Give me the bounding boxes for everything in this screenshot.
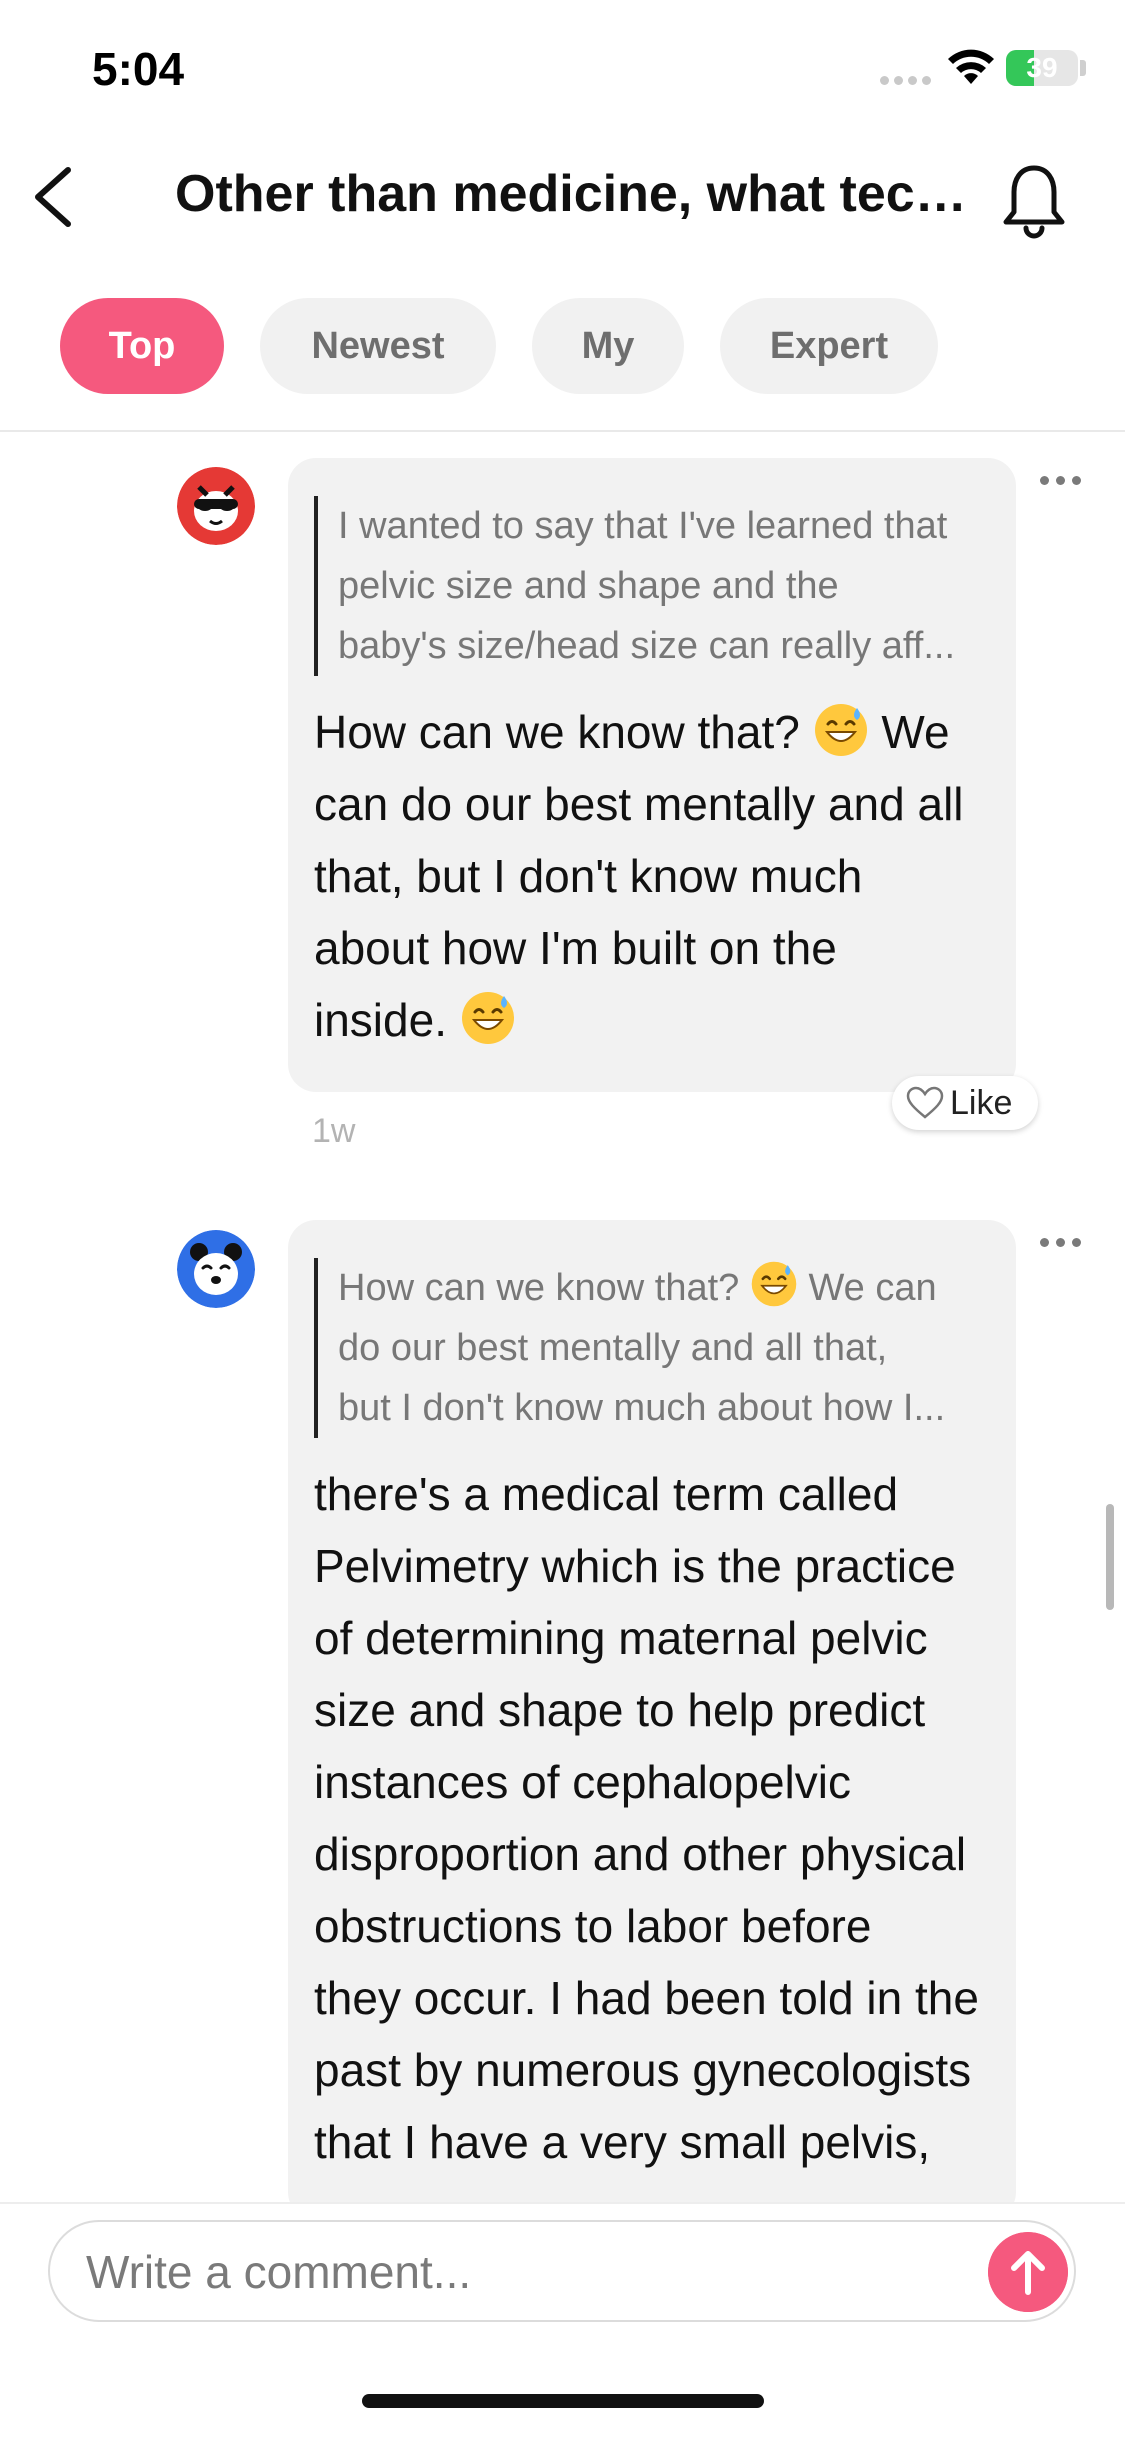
comment-line: disproportion and other physical — [314, 1828, 967, 1880]
comment-text: How can we know that? We can do our best… — [314, 696, 990, 1056]
like-label: Like — [950, 1083, 1013, 1122]
comment-line: they occur. I had been told in the — [314, 1972, 979, 2024]
grinning-sweat-emoji-icon — [814, 704, 867, 756]
home-indicator[interactable] — [362, 2394, 764, 2408]
tab-my[interactable]: My — [532, 298, 684, 394]
comment-line: about how I'm built on the — [314, 922, 837, 974]
quote-line: baby's size/head size can really aff... — [338, 625, 955, 667]
tab-top[interactable]: Top — [60, 298, 224, 394]
comment-line: obstructions to labor before — [314, 1900, 872, 1952]
comment-line: We — [881, 706, 950, 758]
filter-tabs: Top Newest My Expert — [60, 298, 938, 394]
grinning-sweat-emoji-icon — [461, 992, 514, 1044]
comment-line: instances of cephalopelvic — [314, 1756, 851, 1808]
comment-line: Pelvimetry which is the practice — [314, 1540, 956, 1592]
home-indicator-area — [0, 2380, 1125, 2436]
quote-line: How can we know that? — [338, 1267, 740, 1309]
comment-line: How can we know that? — [314, 706, 800, 758]
battery-level: 39 — [1026, 52, 1058, 83]
like-button[interactable]: Like — [892, 1076, 1038, 1130]
quote-line: I wanted to say that I've learned that — [338, 505, 948, 547]
quote-line: but I don't know much about how I... — [338, 1387, 946, 1429]
tabs-divider — [0, 430, 1125, 432]
user-avatar[interactable] — [177, 1230, 255, 1308]
cellular-signal-icon — [880, 76, 931, 85]
comment-bubble: I wanted to say that I've learned that p… — [288, 458, 1016, 1092]
page-title: Other than medicine, what tech... — [175, 165, 975, 223]
comment-line: that, but I don't know much — [314, 850, 863, 902]
tab-newest[interactable]: Newest — [260, 298, 496, 394]
quoted-reply[interactable]: I wanted to say that I've learned that p… — [314, 496, 992, 676]
comment-bubble: How can we know that? We can do our best… — [288, 1220, 1016, 2220]
quote-line: do our best mentally and all that, — [338, 1327, 888, 1369]
nav-header: Other than medicine, what tech... — [0, 140, 1125, 260]
more-options-icon[interactable] — [1040, 1238, 1090, 1258]
status-bar: 5:04 39 — [0, 0, 1125, 140]
comment-timestamp: 1w — [312, 1112, 356, 1150]
back-chevron-icon[interactable] — [26, 152, 86, 242]
heart-icon — [906, 1086, 944, 1119]
comment-line: can do our best mentally and all — [314, 778, 964, 830]
user-avatar[interactable] — [177, 467, 255, 545]
notification-bell-icon[interactable] — [998, 160, 1070, 240]
comment-line: of determining maternal pelvic — [314, 1612, 928, 1664]
comment-line: inside. — [314, 994, 447, 1046]
comment-line: there's a medical term called — [314, 1468, 899, 1520]
quoted-reply[interactable]: How can we know that? We can do our best… — [314, 1258, 992, 1438]
grinning-sweat-emoji-icon — [751, 1261, 797, 1307]
battery-cap — [1080, 60, 1086, 76]
send-arrow-icon[interactable] — [988, 2232, 1068, 2312]
quote-line: We can — [808, 1267, 937, 1309]
status-time: 5:04 — [92, 43, 185, 95]
comment-line: size and shape to help predict — [314, 1684, 926, 1736]
battery-icon: 39 — [1006, 50, 1078, 86]
scrollbar[interactable] — [1106, 1504, 1114, 1610]
wifi-icon — [948, 49, 994, 84]
tab-expert[interactable]: Expert — [720, 298, 938, 394]
comment-line: that I have a very small pelvis, — [314, 2116, 931, 2168]
comment-composer — [48, 2220, 1076, 2322]
more-options-icon[interactable] — [1040, 476, 1090, 496]
quote-line: pelvic size and shape and the — [338, 565, 839, 607]
comment-input[interactable] — [84, 2236, 968, 2308]
comment-text: there's a medical term called Pelvimetry… — [314, 1458, 990, 2178]
comment-line: past by numerous gynecologists — [314, 2044, 972, 2096]
